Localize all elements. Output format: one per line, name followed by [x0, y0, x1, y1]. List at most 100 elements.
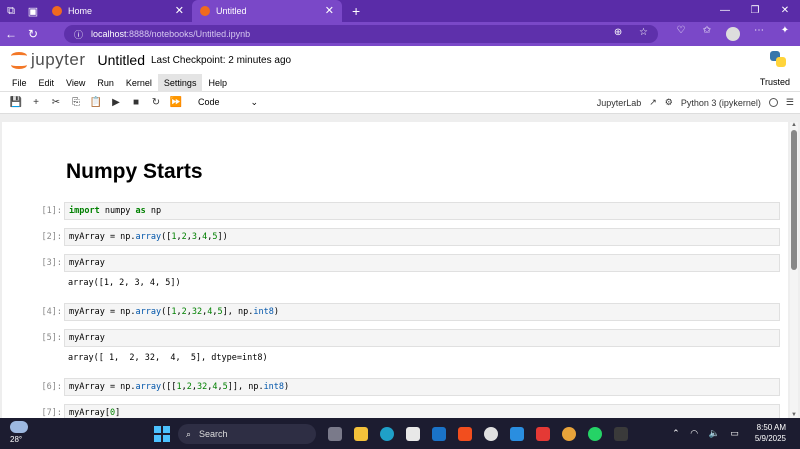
copy-icon[interactable]: ⎘	[66, 97, 86, 108]
browser-essentials-icon[interactable]: ♡	[668, 25, 694, 44]
fast-forward-icon[interactable]: ⏩	[166, 97, 186, 108]
cell-prompt: [7]:	[41, 408, 62, 418]
task-view-icon[interactable]	[322, 424, 348, 444]
notebook-panel: Numpy Starts [1]: import numpy as np [2]…	[2, 122, 788, 418]
profile-avatar[interactable]	[720, 25, 746, 44]
last-checkpoint: Last Checkpoint: 2 minutes ago	[151, 54, 292, 66]
paste-icon[interactable]: 📋	[86, 97, 106, 108]
jupyter-favicon	[200, 6, 210, 16]
code-input[interactable]: myArray = np.array([1,2,3,4,5])	[64, 228, 780, 246]
scrollbar-thumb[interactable]	[791, 130, 797, 270]
hamburger-menu-icon[interactable]: ☰	[786, 97, 794, 108]
menu-help[interactable]: Help	[202, 74, 233, 92]
cell-output: array([ 1, 2, 32, 4, 5], dtype=int8)	[68, 353, 268, 363]
jupyter-logo-icon	[10, 49, 28, 71]
menu-view[interactable]: View	[60, 74, 91, 92]
store-icon[interactable]	[400, 424, 426, 444]
notebook-menubar: File Edit View Run Kernel Settings Help …	[0, 73, 800, 92]
file-explorer-icon[interactable]	[348, 424, 374, 444]
stop-icon[interactable]: ■	[126, 97, 146, 108]
vertical-scrollbar[interactable]: ▲ ▼	[790, 122, 798, 418]
tab-label: Untitled	[216, 6, 247, 16]
cell-type-select[interactable]: Code ⌄	[198, 97, 258, 108]
zoom-icon[interactable]: ⊕	[614, 27, 622, 38]
scroll-up-icon[interactable]: ▲	[791, 122, 797, 128]
wifi-icon[interactable]: ◠	[690, 428, 698, 438]
mail-icon[interactable]	[426, 424, 452, 444]
back-icon[interactable]: ←	[0, 27, 22, 41]
window-controls: — ❐ ✕	[710, 0, 800, 22]
temperature: 28°	[10, 435, 23, 444]
battery-icon[interactable]: ▭	[730, 428, 739, 438]
url-bar[interactable]: ⓘ localhost:8888/notebooks/Untitled.ipyn…	[64, 25, 658, 43]
notebook-toolbar: 💾 + ✂ ⎘ 📋 ▶ ■ ↻ ⏩ Code ⌄ JupyterLab ↗ ⚙ …	[0, 92, 800, 114]
vscode-icon[interactable]	[504, 424, 530, 444]
code-input[interactable]: myArray	[64, 254, 780, 272]
restore-icon[interactable]: ❐	[740, 0, 770, 22]
save-icon[interactable]: 💾	[6, 97, 26, 108]
code-input[interactable]: import numpy as np	[64, 202, 780, 220]
cell-type-value: Code	[198, 97, 220, 107]
new-tab-icon[interactable]: +	[352, 3, 360, 19]
jupyter-favicon	[52, 6, 62, 16]
clock-date: 5/9/2025	[754, 434, 786, 443]
app-icon[interactable]	[478, 424, 504, 444]
jupyter-logo[interactable]: jupyter	[10, 49, 86, 71]
menu-file[interactable]: File	[6, 74, 33, 92]
chevron-up-icon[interactable]: ⌃	[672, 428, 680, 438]
kernel-status-icon	[768, 98, 778, 107]
notebook-title[interactable]: Untitled	[98, 52, 145, 68]
terminal-icon[interactable]	[608, 424, 634, 444]
code-input[interactable]: myArray = np.array([[1,2,32,4,5]], np.in…	[64, 378, 780, 396]
menu-run[interactable]: Run	[91, 74, 120, 92]
more-menu-icon[interactable]: ⋯	[746, 25, 772, 44]
taskbar-clock[interactable]: 8:50 AM 5/9/2025	[755, 422, 786, 444]
search-placeholder: Search	[199, 429, 228, 439]
run-icon[interactable]: ▶	[106, 97, 126, 108]
site-info-icon[interactable]: ⓘ	[74, 28, 83, 41]
code-input[interactable]: myArray[0]	[64, 404, 780, 418]
search-icon: ⌕	[186, 428, 192, 439]
menu-edit[interactable]: Edit	[33, 74, 61, 92]
start-button-icon[interactable]	[154, 426, 170, 442]
workspaces-icon[interactable]: ⧉	[0, 0, 22, 22]
chrome-icon[interactable]	[556, 424, 582, 444]
menu-settings[interactable]: Settings	[157, 73, 203, 92]
tab-actions-icon[interactable]: ▣	[22, 0, 44, 22]
tray-icons: ⌃ ◠ 🔈 ▭	[672, 428, 747, 439]
code-input[interactable]: myArray	[64, 329, 780, 347]
favorites-icon[interactable]: ✩	[694, 25, 720, 44]
minimize-icon[interactable]: —	[710, 0, 740, 22]
cell-prompt: [1]:	[41, 206, 62, 216]
add-cell-icon[interactable]: +	[26, 97, 46, 108]
weather-widget[interactable]: 28°	[10, 421, 28, 444]
cell-prompt: [3]:	[41, 258, 62, 268]
debugger-icon[interactable]: ⚙	[665, 97, 673, 108]
jupyterlab-link[interactable]: JupyterLab	[597, 98, 642, 108]
close-tab-icon[interactable]: ✕	[175, 4, 184, 17]
taskbar-search[interactable]: ⌕ Search	[178, 424, 316, 444]
refresh-icon[interactable]: ↻	[22, 27, 44, 41]
copilot-icon[interactable]: ✦	[772, 25, 798, 44]
kernel-name[interactable]: Python 3 (ipykernel)	[681, 98, 761, 108]
edge-icon[interactable]	[374, 424, 400, 444]
jupyter-wordmark: jupyter	[31, 50, 86, 69]
favorite-star-icon[interactable]: ☆	[639, 27, 648, 38]
pinned-apps	[322, 424, 634, 444]
close-window-icon[interactable]: ✕	[770, 0, 800, 22]
trusted-indicator[interactable]: Trusted	[760, 77, 790, 87]
close-tab-icon[interactable]: ✕	[325, 4, 334, 17]
figma-icon[interactable]	[452, 424, 478, 444]
code-input[interactable]: myArray = np.array([1,2,32,4,5], np.int8…	[64, 303, 780, 321]
volume-icon[interactable]: 🔈	[709, 428, 720, 438]
browser-tab-home[interactable]: Home ✕	[44, 0, 192, 22]
whatsapp-icon[interactable]	[582, 424, 608, 444]
notebook-scroll-area[interactable]: Numpy Starts [1]: import numpy as np [2]…	[0, 116, 800, 418]
wps-icon[interactable]	[530, 424, 556, 444]
menu-kernel[interactable]: Kernel	[120, 74, 158, 92]
markdown-heading[interactable]: Numpy Starts	[66, 160, 203, 184]
address-toolbar: ← ↻ ⓘ localhost:8888/notebooks/Untitled.…	[0, 22, 800, 46]
cut-icon[interactable]: ✂	[46, 97, 66, 108]
browser-tab-untitled[interactable]: Untitled ✕	[192, 0, 342, 22]
restart-icon[interactable]: ↻	[146, 97, 166, 108]
